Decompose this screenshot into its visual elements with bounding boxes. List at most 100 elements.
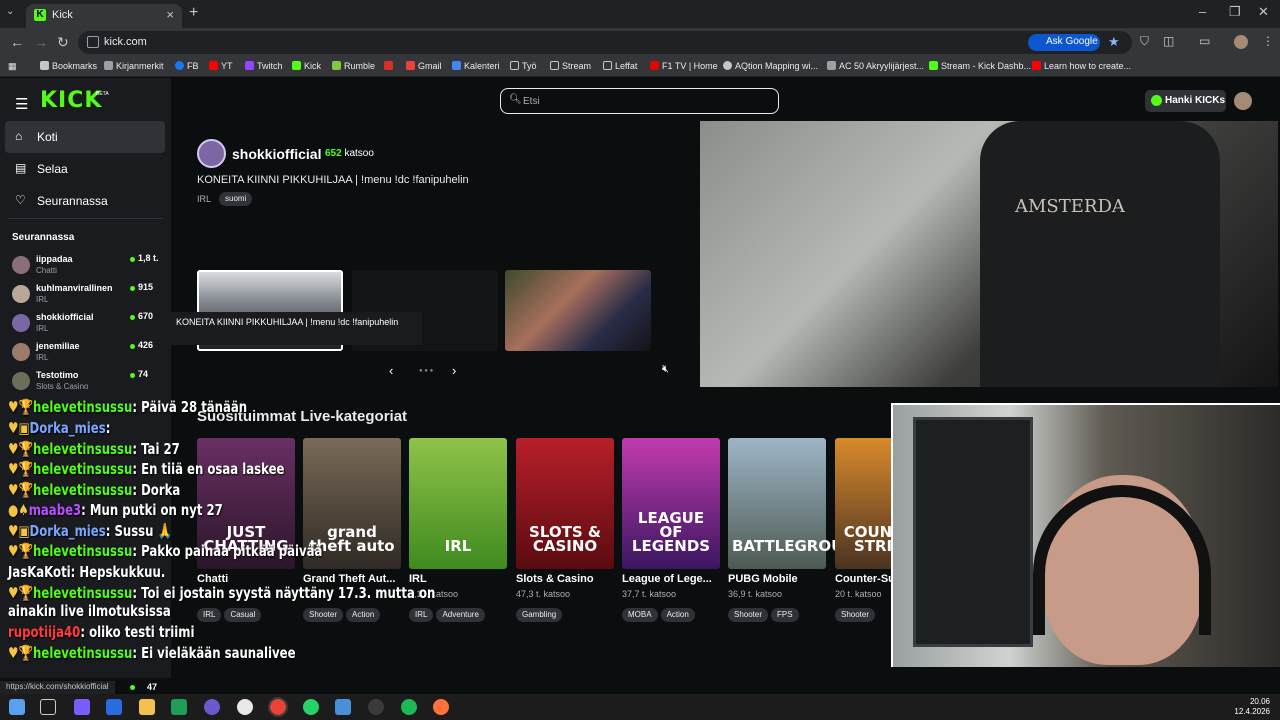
nav-browse-label: Selaa [37,162,68,176]
extensions-icon[interactable]: ◫ [1163,34,1174,48]
app-icon[interactable] [171,699,187,715]
bookmark-item[interactable]: F1 TV | Home [650,61,718,71]
shield-icon[interactable]: ⛉ [1140,34,1149,49]
viewer-count: 670 [138,311,154,321]
ask-google-button[interactable]: Ask Google ★ [1028,34,1176,51]
app-icon[interactable] [74,699,90,715]
category-tag[interactable]: MOBA [622,608,658,622]
start-icon[interactable] [9,699,25,715]
app-icon[interactable] [106,699,122,715]
nav-following[interactable]: ♡ Seurannassa [5,185,165,217]
system-clock[interactable]: 20.06 12.4.2026 [1234,697,1270,717]
featured-channel-name[interactable]: shokkiofficial [232,146,321,162]
profile-avatar[interactable] [1234,35,1248,49]
featured-tag[interactable]: suomi [219,192,253,206]
bookmark-item[interactable]: YT [209,61,233,71]
bookmark-item[interactable]: Stream [550,61,591,71]
file-explorer-icon[interactable] [139,699,155,715]
avatar [12,372,30,390]
whatsapp-icon[interactable] [303,699,319,715]
back-icon[interactable]: ← [10,34,24,50]
cast-icon[interactable]: ▭ [1199,34,1210,48]
reload-icon[interactable]: ↻ [57,34,69,51]
bookmark-item[interactable]: Työ [510,61,537,71]
search-bar[interactable]: 🔍︎ [500,88,779,114]
category-tag[interactable]: Action [660,608,695,622]
carousel-next-icon[interactable]: › [452,363,456,378]
chat-message: ♥🏆helevetinsussu: Toi ei jostain syystä … [8,584,435,604]
bookmark-item[interactable]: Learn how to create... [1032,61,1131,71]
bookmark-star-icon[interactable]: ★ [1108,34,1120,50]
bookmark-item[interactable]: Gmail [406,61,442,71]
chrome-icon[interactable] [268,697,288,717]
address-url[interactable]: kick.com [104,36,147,48]
featured-avatar[interactable] [197,139,226,168]
app-icon[interactable] [335,699,351,715]
forward-icon[interactable]: → [34,34,48,50]
category-card[interactable]: BATTLEGROUNDS PUBG Mobile 36,9 t. katsoo… [728,438,879,622]
category-tag[interactable]: Adventure [436,608,485,622]
bookmark-item[interactable]: Bookmarks [40,61,97,71]
category-tag[interactable]: FPS [771,608,799,622]
app-icon[interactable] [237,699,253,715]
address-bar[interactable]: kick.com Ask Google ★ [78,31,1132,54]
tab-kick[interactable]: K Kick × [26,4,182,28]
carousel-dots: ● ● ● [419,368,434,374]
chat-text: : Ei vieläkään saunalivee [132,644,296,662]
bookmark-item[interactable]: Leffat [603,61,637,71]
app-icon[interactable] [368,699,384,715]
muted-icon[interactable]: 🔇︎ [662,363,669,376]
featured-stream-player[interactable]: AMSTERDA [700,121,1278,387]
bookmark-item[interactable]: AC 50 Akryylijärjest... [827,61,924,71]
app-icon[interactable] [204,699,220,715]
category-tag[interactable]: Shooter [728,608,769,622]
close-tab-icon[interactable]: × [166,7,174,22]
new-tab-button[interactable]: + [189,4,198,22]
apps-grid-icon[interactable]: ▦ [8,61,17,72]
bookmark-item[interactable]: AQtion Mapping wi... [723,61,818,71]
get-kicks-button[interactable]: Hanki KICKs [1145,90,1226,112]
followed-channel[interactable]: shokkiofficial IRL 670 [0,309,171,337]
followed-channel[interactable]: kuhlmanvirallinen IRL 915 [0,280,171,308]
category-card[interactable]: LEAGUE OF LEGENDS League of Lege... 37,7… [622,438,720,622]
bookmark-item[interactable]: FB [175,61,199,71]
bookmark-item[interactable]: Twitch [245,61,283,71]
carousel-prev-icon[interactable]: ‹ [389,363,393,378]
bookmark-item[interactable]: Kick [292,61,321,71]
kick-logo[interactable]: KICK [40,88,102,113]
site-info-icon[interactable] [87,36,99,48]
category-card[interactable]: SLOTS & CASINO Slots & Casino 47,3 t. ka… [516,438,614,622]
hamburger-menu-icon[interactable]: ☰ [15,95,28,113]
followed-channel[interactable]: jenemiliae IRL 426 [0,338,171,366]
chat-text: : Tai 27 [132,440,180,458]
firefox-icon[interactable] [433,699,449,715]
chat-message: ainakin live ilmotuksissa [8,602,171,622]
avatar [12,314,30,332]
viewer-count: 426 [138,340,154,350]
search-input[interactable] [523,93,763,109]
featured-category[interactable]: IRL [197,194,211,204]
carousel-thumbnail[interactable] [505,270,651,351]
restore-button[interactable]: ❐ [1229,4,1241,20]
bookmark-item[interactable]: Kalenteri [452,61,500,71]
category-card[interactable]: COUNTER STRIKE Counter-Su 20 t. katsoo S… [835,438,891,638]
user-avatar[interactable] [1234,92,1252,110]
bookmark-item[interactable]: Kirjanmerkit [104,61,164,71]
bookmark-item[interactable] [384,61,396,71]
close-window-button[interactable]: ✕ [1258,4,1269,20]
channel-category: IRL [36,295,49,304]
followed-channel[interactable]: Testotimo Slots & Casino 74 [0,367,171,395]
nav-browse[interactable]: ▤ Selaa [5,153,165,185]
bookmark-item[interactable]: Rumble [332,61,375,71]
category-tag[interactable]: Gambling [516,608,563,622]
bookmark-item[interactable]: Stream - Kick Dashb... [929,61,1031,71]
menu-kebab-icon[interactable]: ⋮ [1262,34,1274,48]
task-view-icon[interactable] [40,699,56,715]
spotify-icon[interactable] [401,699,417,715]
category-tag[interactable]: Shooter [835,608,876,622]
followed-channel[interactable]: iippadaa Chatti 1,8 t. [0,251,171,279]
chat-badges: ●♠ [8,501,29,519]
nav-home[interactable]: ⌂ Koti [5,121,165,153]
tab-list-icon[interactable]: ⌄ [6,6,14,17]
minimize-button[interactable]: – [1199,4,1206,19]
